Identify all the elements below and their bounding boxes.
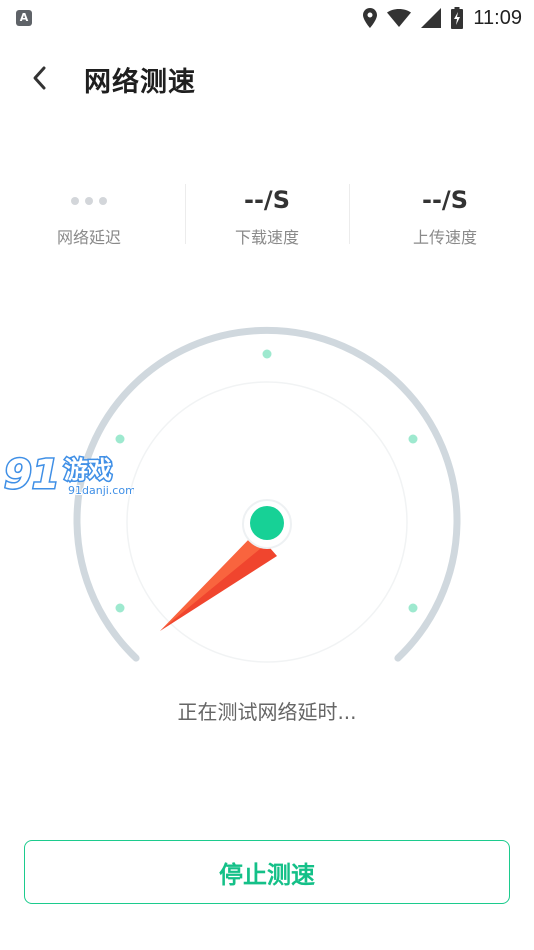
gauge-hub bbox=[250, 506, 284, 540]
gauge-outer-track bbox=[73, 326, 461, 662]
gauge-needle-highlight bbox=[160, 532, 266, 631]
download-label: 下载速度 bbox=[234, 228, 299, 247]
wifi-icon bbox=[387, 9, 412, 27]
download-value: --/S bbox=[244, 186, 290, 214]
stat-divider bbox=[185, 184, 186, 244]
svg-text:91danji.com: 91danji.com bbox=[68, 484, 134, 497]
watermark-logo: 91 游戏 91danji.com bbox=[3, 451, 135, 500]
test-status-text: 正在测试网络延时... bbox=[177, 700, 357, 724]
svg-text:游戏: 游戏 bbox=[64, 456, 112, 484]
stat-upload: --/S 上传速度 bbox=[356, 178, 534, 248]
location-icon bbox=[363, 8, 378, 28]
clock: 11:09 bbox=[473, 6, 522, 29]
svg-text:91: 91 bbox=[4, 452, 60, 498]
gauge-tick bbox=[408, 603, 418, 613]
latency-label: 网络延迟 bbox=[56, 228, 121, 247]
stat-latency: 网络延迟 bbox=[0, 178, 178, 248]
stop-test-button[interactable]: 停止测速 bbox=[24, 840, 510, 904]
stat-divider bbox=[349, 184, 350, 244]
app-notification-icon: A bbox=[16, 10, 32, 26]
chevron-left-icon bbox=[33, 66, 46, 90]
gauge-tick bbox=[262, 349, 272, 359]
gauge-tick bbox=[115, 603, 125, 613]
status-icons: 11:09 bbox=[363, 4, 522, 32]
page-title: 网络测速 bbox=[84, 67, 196, 98]
upload-value: --/S bbox=[422, 186, 468, 214]
upload-label: 上传速度 bbox=[412, 228, 477, 247]
cell-signal-icon bbox=[421, 8, 442, 28]
battery-charging-icon bbox=[451, 7, 464, 29]
latency-value bbox=[0, 178, 178, 222]
speed-stats: 网络延迟 --/S 下载速度 --/S 上传速度 bbox=[0, 178, 534, 248]
gauge-tick bbox=[115, 434, 125, 444]
stat-download: --/S 下载速度 bbox=[178, 178, 356, 248]
loading-dots-icon bbox=[71, 197, 107, 205]
status-bar: A 11:09 bbox=[0, 0, 534, 36]
back-button[interactable] bbox=[22, 58, 58, 98]
gauge-tick bbox=[408, 434, 418, 444]
